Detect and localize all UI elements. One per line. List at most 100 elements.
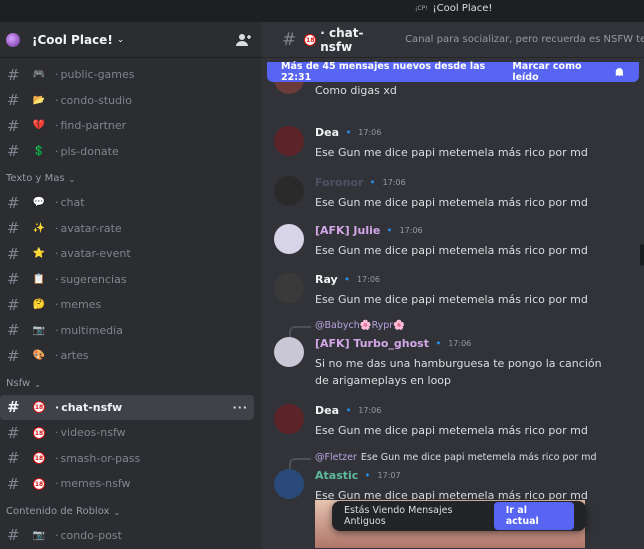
message-list[interactable]: El Gedues(Afk)🔹17:06Como digas xdDea🔹17:…: [262, 80, 644, 549]
channel-item-artes[interactable]: # 🎨 · artes: [0, 343, 254, 369]
channel-separator-dot: ·: [55, 221, 59, 235]
channel-header-name-text: chat-nsfw: [320, 25, 364, 54]
channel-item-chat-nsfw[interactable]: #18 · chat-nsfw ···: [0, 394, 254, 420]
avatar[interactable]: [274, 126, 304, 156]
channel-item-memes[interactable]: # 🤔 · memes: [0, 292, 254, 318]
chevron-down-icon: ⌄: [116, 34, 125, 45]
message-username[interactable]: Dea: [315, 404, 339, 417]
channel-separator-dot: ·: [55, 68, 59, 82]
server-boost-icon: [6, 32, 20, 47]
message-content: Ese Gun me dice papi metemela más rico p…: [315, 146, 588, 159]
channel-emoji-icon: 🎮: [32, 69, 46, 81]
channel-item-condo-studio[interactable]: # 📂 · condo-studio: [0, 88, 254, 114]
nsfw-18-icon: 18: [33, 426, 45, 439]
channel-separator-dot: ·: [55, 426, 59, 440]
channel-emoji-icon: 📂: [32, 94, 46, 106]
old-messages-text: Estás Viendo Mensajes Antiguos: [344, 505, 453, 527]
channel-separator-dot: ·: [55, 119, 59, 133]
channel-separator-dot: ·: [55, 477, 59, 491]
message-username[interactable]: Ray: [315, 273, 338, 286]
channel-item-sugerencias[interactable]: # 📋 · sugerencias: [0, 267, 254, 293]
channel-separator-dot: ·: [55, 323, 59, 337]
add-member-icon[interactable]: [236, 32, 252, 48]
channel-item-condo-post[interactable]: # 📷 · condo-post: [0, 523, 254, 549]
channel-separator-dot: ·: [55, 451, 59, 465]
reply-username[interactable]: @Babych🌸Ryрr🌸: [315, 320, 405, 331]
avatar[interactable]: [274, 273, 304, 303]
channel-hash-icon: #: [7, 526, 20, 545]
reply-username[interactable]: @Fletzer: [315, 452, 357, 463]
jump-to-present-button[interactable]: Ir al actual: [493, 502, 574, 530]
channel-separator-dot: ·: [55, 144, 59, 158]
nsfw-18-icon: 18: [304, 33, 317, 46]
channel-emoji-icon: 📷: [32, 324, 46, 336]
mark-as-read-label: Marcar como leído: [512, 61, 582, 83]
channel-hash-icon: #: [7, 91, 20, 110]
message-username[interactable]: Atastic: [315, 469, 358, 482]
channel-hash-icon: #: [7, 244, 20, 263]
channel-emoji-icon: 18: [31, 426, 47, 439]
server-header[interactable]: ¡Cool Place! ⌄: [0, 22, 262, 58]
old-messages-bar: Estás Viendo Mensajes Antiguos Ir al act…: [332, 501, 586, 531]
scrollbar-thumb[interactable]: [640, 244, 644, 266]
avatar[interactable]: [274, 176, 304, 206]
channel-item-avatar-rate[interactable]: # ✨ · avatar-rate: [0, 216, 254, 242]
message-content: Si no me das una hamburguesa te pongo la…: [315, 357, 602, 387]
message-username[interactable]: [AFK] Turbo_ghost: [315, 337, 429, 350]
channel-emoji-icon: 📷: [32, 529, 46, 541]
channel-hash-icon: #: [7, 474, 20, 493]
avatar[interactable]: [274, 337, 304, 367]
channel-separator-dot: ·: [55, 247, 59, 261]
channel-item-smash-or-pass[interactable]: #18 · smash-or-pass: [0, 446, 254, 472]
chevron-down-icon: ⌄: [68, 175, 76, 184]
channel-item-videos-nsfw[interactable]: #18 · videos-nsfw: [0, 420, 254, 446]
channel-label: find-partner: [60, 119, 127, 133]
channel-item-multimedia[interactable]: # 📷 · multimedia: [0, 318, 254, 344]
reply-preview[interactable]: @Fletzer Ese Gun me dice papi metemela má…: [315, 452, 597, 463]
channel-label: sugerencias: [60, 272, 127, 286]
channel-emoji-icon: 💔: [32, 120, 46, 132]
role-badge-icon: 🔹: [343, 127, 355, 138]
reply-preview[interactable]: @Babych🌸Ryрr🌸: [315, 320, 405, 331]
avatar[interactable]: [274, 469, 304, 499]
channel-topic[interactable]: Canal para socializar, pero recuerda es …: [405, 34, 644, 45]
window-titlebar: ¡CP! ¡Cool Place!: [0, 0, 644, 22]
channel-emoji-icon: 18: [31, 477, 47, 490]
avatar[interactable]: [274, 224, 304, 254]
channel-label: public-games: [60, 68, 135, 82]
channel-hash-icon: #: [7, 398, 20, 417]
message-content: Ese Gun me dice papi metemela más rico p…: [315, 244, 588, 257]
channel-item-chat[interactable]: # 💬 · chat: [0, 190, 254, 216]
channel-item-find-partner[interactable]: # 💔 · find-partner: [0, 113, 254, 139]
channel-separator-dot: ·: [55, 400, 60, 414]
chevron-down-icon: ⌄: [113, 507, 121, 517]
nsfw-18-icon: 18: [33, 401, 45, 414]
avatar[interactable]: [274, 404, 304, 434]
category-header-nsfw[interactable]: Nsfw ⌄: [0, 369, 262, 395]
category-header-texto-y-mas[interactable]: Texto y Mas ⌄: [0, 164, 262, 190]
category-label: Contenido de Roblox: [6, 505, 110, 517]
channel-label: pls-donate: [60, 144, 119, 158]
channel-item-pls-donate[interactable]: # 💲 · pls-donate: [0, 139, 254, 165]
message-header: Dea 🔹 17:06: [315, 126, 381, 139]
channel-item-public-games[interactable]: # 🎮 · public-games: [0, 62, 254, 88]
new-messages-text: Más de 45 mensajes nuevos desde las 22:3…: [281, 61, 486, 83]
category-header-contenido-de-roblox[interactable]: Contenido de Roblox ⌄: [0, 497, 262, 523]
role-badge-icon: 🔹: [433, 338, 445, 349]
channel-item-avatar-event[interactable]: # ⭐ · avatar-event: [0, 241, 254, 267]
channel-separator-dot: ·: [55, 349, 59, 363]
channel-more-options-icon[interactable]: ···: [232, 401, 248, 414]
message-header: Foronor 🔹 17:06: [315, 176, 406, 189]
channel-emoji-icon: ✨: [32, 222, 46, 234]
message-username[interactable]: Dea: [315, 126, 339, 139]
channel-item-memes-nsfw[interactable]: #18 · memes-nsfw: [0, 471, 254, 497]
message-username[interactable]: [AFK] Julie: [315, 224, 380, 237]
message-header: [AFK] Julie 🔹 17:06: [315, 224, 423, 237]
mark-as-read-button[interactable]: Marcar como leído: [512, 61, 625, 83]
channel-header-name: · chat-nsfw: [320, 25, 364, 54]
channel-emoji-icon: 18: [31, 452, 47, 465]
new-messages-bar[interactable]: Más de 45 mensajes nuevos desde las 22:3…: [267, 61, 639, 83]
channel-separator-dot: ·: [55, 196, 59, 210]
message-content: Como digas xd: [315, 84, 397, 97]
message-username[interactable]: Foronor: [315, 176, 363, 189]
